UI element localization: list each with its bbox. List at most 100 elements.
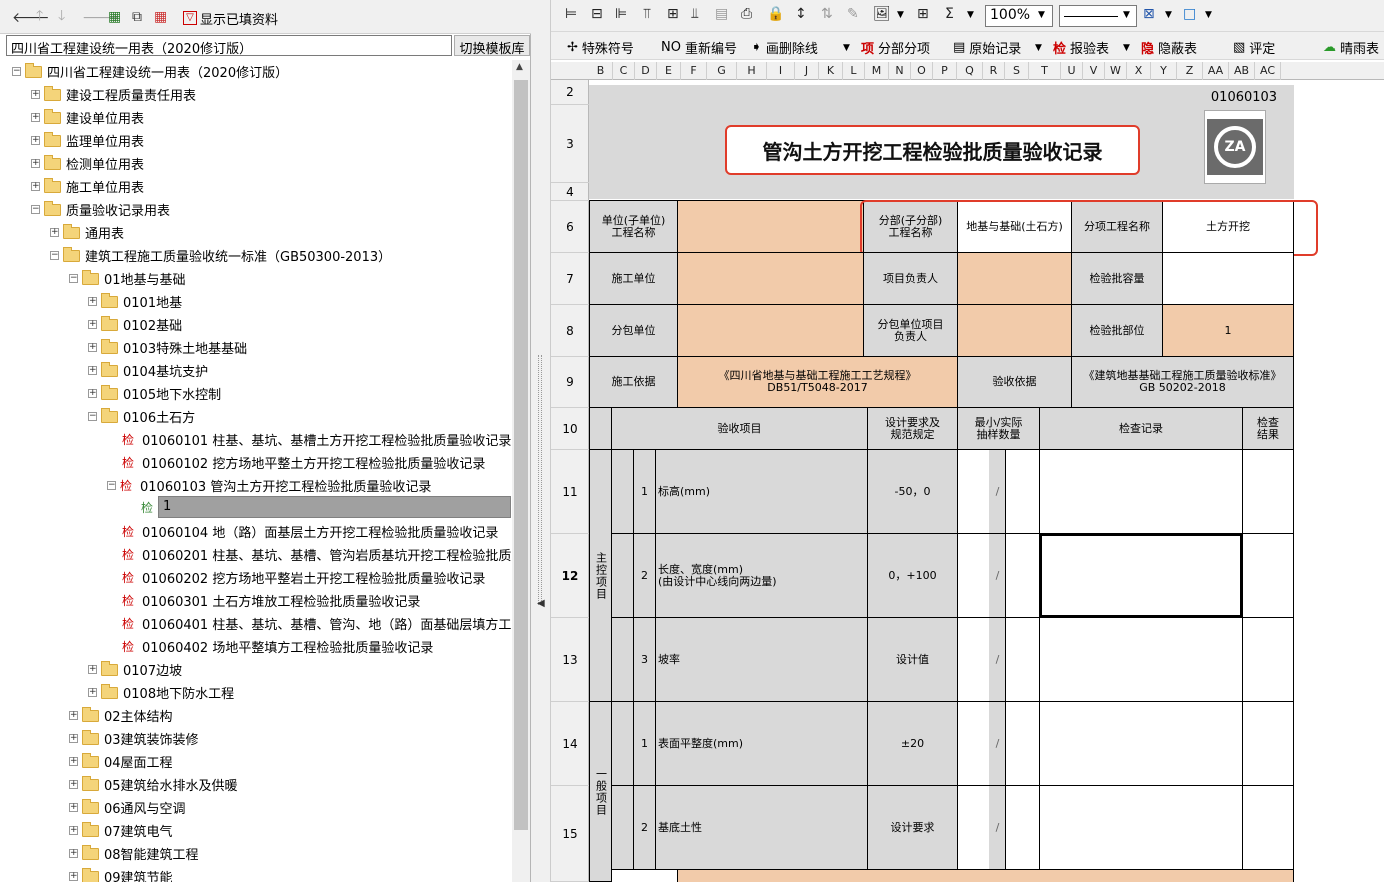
column-header[interactable]: Q	[957, 62, 983, 80]
column-header[interactable]: W	[1105, 62, 1127, 80]
column-header[interactable]: G	[707, 62, 737, 80]
tree-item[interactable]: +07建筑电气	[69, 819, 173, 842]
hidden-form-button[interactable]: 隐隐蔽表	[1141, 37, 1197, 57]
tree-item[interactable]: +02主体结构	[69, 704, 173, 727]
sample-actual-cell[interactable]	[1005, 785, 1040, 870]
tree-item[interactable]: +05建筑给水排水及供暖	[69, 773, 238, 796]
tree-form-item[interactable]: 检 01060401 柱基、基坑、基槽、管沟、地（路）面基础层填方工	[122, 612, 511, 635]
scroll-up-icon[interactable]: ▲	[516, 62, 523, 72]
tree-item[interactable]: +0107边坡	[88, 658, 182, 681]
unit-value-cell[interactable]	[677, 200, 864, 253]
sub-pm-cell[interactable]	[957, 304, 1072, 357]
check-result-cell[interactable]	[1242, 617, 1294, 702]
part-value[interactable]: 1	[1162, 304, 1294, 357]
tree-scrollbar[interactable]: ▲	[512, 60, 530, 882]
library-name-field[interactable]: 四川省工程建设统一用表（2020修订版）	[6, 35, 452, 57]
line-spacing-icon[interactable]: ↕	[795, 6, 807, 22]
sample-min-cell[interactable]	[957, 449, 990, 534]
calc-icon[interactable]: ⊞	[917, 6, 929, 22]
tree-item[interactable]: − 质量验收记录用表	[31, 198, 170, 221]
spreadsheet[interactable]: B C D E F G H I J K L M N O P Q R S T U V W X Y Z AA AB AC 23467891…	[551, 60, 1384, 882]
tree-item[interactable]: + 施工单位用表	[31, 175, 144, 198]
basis-value[interactable]: 《四川省地基与基础工程施工工艺规程》 DB51/T5048-2017	[677, 356, 958, 408]
panel-splitter[interactable]: ◀	[531, 0, 551, 882]
column-header[interactable]: S	[1005, 62, 1029, 80]
tree-form-item[interactable]: 检 01060402 场地平整填方工程检验批质量验收记录	[122, 635, 433, 658]
fill-dropdown-icon[interactable]: ▼	[1205, 10, 1212, 20]
row-header[interactable]: 4	[551, 183, 589, 201]
column-header[interactable]: B	[589, 62, 613, 80]
tree-form-item[interactable]: 检 01060201 柱基、基坑、基槽、管沟岩质基坑开挖工程检验批质	[122, 543, 511, 566]
down-icon[interactable]: 🡓	[58, 8, 65, 26]
valign-bottom-icon[interactable]: ⫫	[691, 6, 699, 22]
column-header[interactable]: P	[933, 62, 957, 80]
check-result-cell[interactable]	[1242, 785, 1294, 870]
report-form-button[interactable]: 检报验表	[1053, 37, 1109, 57]
row-header[interactable]: 10	[551, 408, 589, 450]
image-icon[interactable]: 🖼	[873, 6, 891, 22]
check-result-cell[interactable]	[1242, 449, 1294, 534]
capacity-cell[interactable]	[1162, 252, 1294, 305]
switch-library-button[interactable]: 切换模板库	[454, 35, 530, 57]
sum-dropdown-icon[interactable]: ▼	[967, 10, 974, 20]
print-icon[interactable]: ⎙	[741, 6, 752, 22]
column-header[interactable]: N	[889, 62, 911, 80]
column-header[interactable]: AC	[1255, 62, 1281, 80]
column-header[interactable]: Y	[1151, 62, 1177, 80]
check-record-cell[interactable]	[1039, 701, 1243, 786]
sample-min-cell[interactable]	[957, 533, 990, 618]
sum-icon[interactable]: Σ	[945, 6, 954, 22]
align-left-icon[interactable]: ⊨	[565, 6, 577, 22]
tree-form-item[interactable]: 检 01060102 挖方场地平整土方开挖工程检验批质量验收记录	[122, 451, 485, 474]
row-header[interactable]: 9	[551, 357, 589, 408]
tree-item[interactable]: +0105地下水控制	[88, 382, 221, 405]
subdivision-button[interactable]: 项分部分项	[861, 37, 930, 57]
tree-item[interactable]: +09建筑节能	[69, 865, 173, 882]
tree-item[interactable]: +08智能建筑工程	[69, 842, 199, 865]
tree-item[interactable]: + 通用表	[50, 221, 124, 244]
column-header[interactable]: R	[983, 62, 1005, 80]
evaluate-button[interactable]: ▧ 评定	[1233, 37, 1275, 57]
image-dropdown-icon[interactable]: ▼	[897, 10, 904, 20]
column-header[interactable]: E	[657, 62, 681, 80]
check-result-cell[interactable]	[1242, 701, 1294, 786]
column-header[interactable]: H	[737, 62, 767, 80]
column-header[interactable]: I	[767, 62, 795, 80]
tree-item[interactable]: +03建筑装饰装修	[69, 727, 199, 750]
column-header[interactable]: X	[1127, 62, 1151, 80]
up-icon[interactable]: 🡑	[36, 8, 43, 26]
collapse-left-icon[interactable]: ◀	[537, 598, 545, 609]
tree-item[interactable]: +0101地基	[88, 290, 182, 313]
tree-item[interactable]: +06通风与空调	[69, 796, 186, 819]
copy-icon[interactable]: ⧉	[132, 8, 142, 26]
next-row-cell[interactable]	[677, 869, 1294, 882]
column-header[interactable]: C	[613, 62, 635, 80]
weather-log-button[interactable]: ☁ 晴雨表	[1323, 37, 1379, 57]
column-header[interactable]: T	[1029, 62, 1061, 80]
column-header[interactable]: J	[795, 62, 819, 80]
column-header[interactable]: Z	[1177, 62, 1203, 80]
align-right-icon[interactable]: ⊫	[615, 6, 627, 22]
border-icon[interactable]: ⊠	[1143, 6, 1155, 22]
scroll-thumb[interactable]	[514, 80, 528, 830]
sort-icon[interactable]: ⇅	[821, 6, 833, 22]
row-header[interactable]: 14	[551, 702, 589, 786]
sample-min-cell[interactable]	[957, 617, 990, 702]
tree-item[interactable]: −0106土石方	[88, 405, 195, 428]
row-header[interactable]: 15	[551, 786, 589, 882]
tree-form-item[interactable]: 检 01060202 挖方场地平整岩土开挖工程检验批质量验收记录	[122, 566, 485, 589]
sample-min-cell[interactable]	[957, 785, 990, 870]
column-header[interactable]: AB	[1229, 62, 1255, 80]
fill-icon[interactable]: □	[1183, 6, 1196, 22]
report-dropdown-icon[interactable]: ▼	[1123, 43, 1130, 53]
column-header[interactable]: O	[911, 62, 933, 80]
tree-item[interactable]: +0103特殊土地基基础	[88, 336, 247, 359]
tree-root[interactable]: − 四川省工程建设统一用表（2020修订版）	[12, 60, 288, 83]
original-record-button[interactable]: ▤ 原始记录	[953, 37, 1021, 57]
column-header[interactable]: D	[635, 62, 657, 80]
sample-actual-cell[interactable]	[1005, 617, 1040, 702]
row-header[interactable]: 2	[551, 80, 589, 105]
sample-actual-cell[interactable]	[1005, 701, 1040, 786]
record-dropdown-icon[interactable]: ▼	[1035, 43, 1042, 53]
row-header[interactable]: 3	[551, 105, 589, 183]
